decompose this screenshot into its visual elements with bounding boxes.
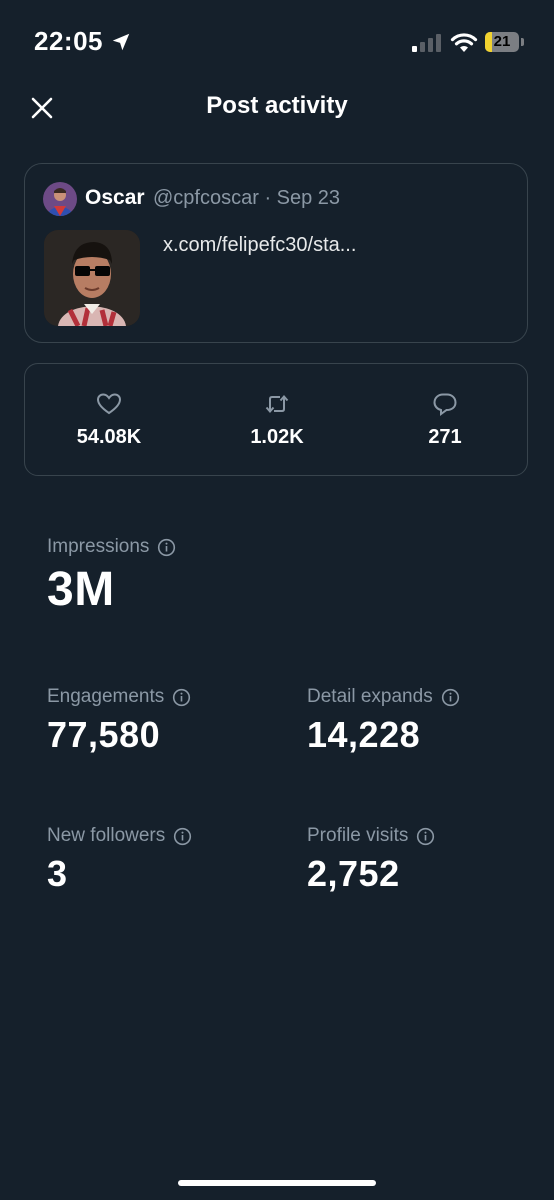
detail-expands-label: Detail expands [307, 686, 433, 707]
header: Post activity [0, 80, 554, 136]
engagements-metric: Engagements 77,580 [47, 686, 191, 756]
clock: 22:05 [34, 26, 103, 56]
info-icon[interactable] [173, 827, 192, 846]
post-link-text[interactable]: x.com/felipefc30/sta... [163, 234, 356, 257]
reposts-stat[interactable]: 1.02K [193, 364, 361, 474]
cellular-signal-icon [412, 34, 441, 52]
new-followers-value: 3 [47, 853, 68, 894]
likes-count: 54.08K [76, 426, 142, 448]
battery-level: 21 [493, 33, 511, 50]
info-icon[interactable] [172, 688, 191, 707]
reply-bubble-icon [433, 393, 457, 416]
post-preview-card[interactable]: Oscar @cpfcoscar · Sep 23 x.com/felipefc… [24, 163, 528, 343]
repost-icon [265, 394, 289, 414]
impressions-metric: Impressions 3M [47, 536, 176, 617]
author-avatar[interactable] [43, 182, 77, 216]
new-followers-label: New followers [47, 825, 166, 846]
replies-count: 271 [428, 426, 462, 448]
profile-visits-label: Profile visits [307, 825, 409, 846]
new-followers-metric: New followers 3 [47, 825, 192, 895]
location-arrow-icon [112, 33, 130, 51]
engagements-label: Engagements [47, 686, 165, 707]
replies-stat[interactable]: 271 [361, 364, 529, 474]
author-handle-date: @cpfcoscar · Sep 23 [153, 187, 341, 209]
home-indicator[interactable] [178, 1180, 376, 1186]
media-thumbnail[interactable] [44, 230, 140, 326]
status-bar: 22:05 21 [0, 0, 554, 90]
wifi-icon [450, 33, 478, 52]
info-icon[interactable] [416, 827, 435, 846]
profile-visits-value: 2,752 [307, 853, 400, 894]
detail-expands-metric: Detail expands 14,228 [307, 686, 460, 756]
reposts-count: 1.02K [250, 426, 304, 448]
impressions-label: Impressions [47, 536, 150, 557]
likes-stat[interactable]: 54.08K [25, 364, 193, 474]
engagements-value: 77,580 [47, 714, 161, 755]
profile-visits-metric: Profile visits 2,752 [307, 825, 435, 895]
battery-indicator: 21 [485, 32, 525, 54]
page-title: Post activity [206, 92, 348, 119]
author-name[interactable]: Oscar [85, 186, 145, 210]
detail-expands-value: 14,228 [307, 714, 421, 755]
info-icon[interactable] [441, 688, 460, 707]
impressions-value: 3M [47, 563, 115, 616]
engagement-stats: 54.08K 1.02K 271 [24, 363, 528, 476]
heart-icon [96, 393, 122, 415]
info-icon[interactable] [157, 538, 176, 557]
